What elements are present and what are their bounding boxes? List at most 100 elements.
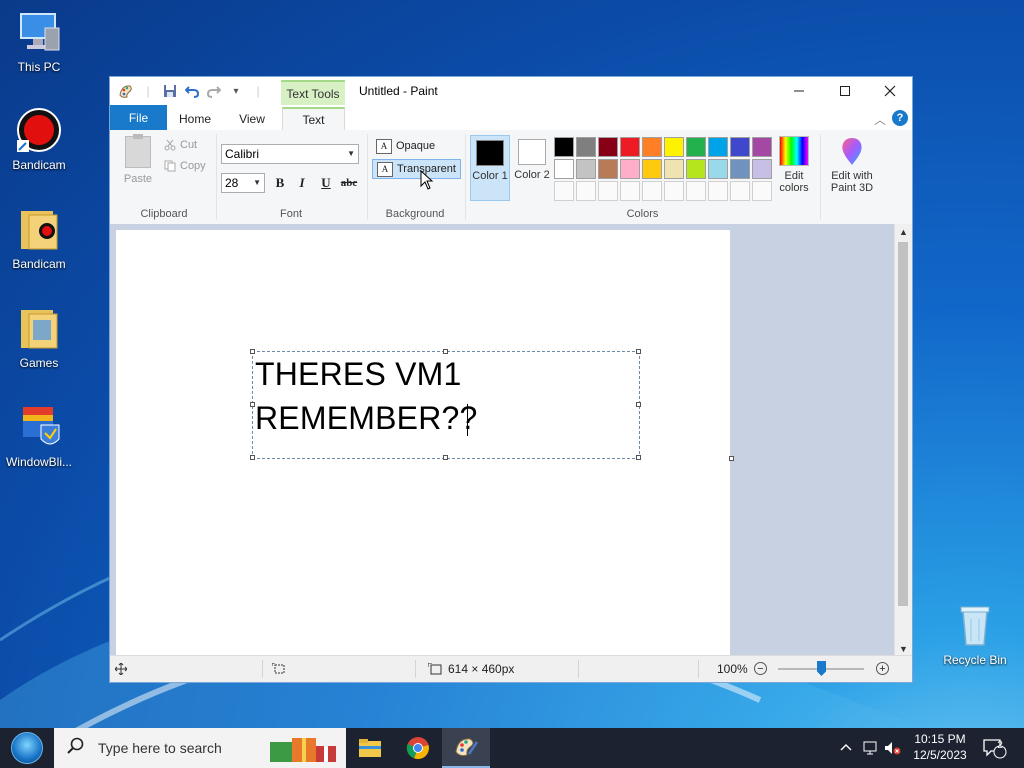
clock[interactable]: 10:15 PM 12/5/2023 — [905, 731, 975, 763]
palette-color-swatch[interactable] — [554, 137, 574, 157]
palette-color-swatch[interactable] — [598, 137, 618, 157]
tab-home[interactable]: Home — [170, 107, 220, 130]
bold-button[interactable]: B — [270, 174, 290, 192]
color-2-button[interactable]: Color 2 — [512, 135, 552, 201]
palette-color-swatch[interactable] — [730, 159, 750, 179]
cut-button[interactable]: Cut — [164, 139, 197, 151]
color-1-button[interactable]: Color 1 — [470, 135, 510, 201]
palette-custom-slot[interactable] — [752, 181, 772, 201]
help-icon[interactable]: ? — [892, 110, 908, 126]
desktop-icon-this-pc[interactable]: This PC — [1, 8, 77, 74]
desktop-icon-windowblinds[interactable]: WindowBli... — [1, 403, 77, 469]
palette-custom-slot[interactable] — [598, 181, 618, 201]
save-icon[interactable] — [162, 83, 178, 99]
palette-custom-slot[interactable] — [576, 181, 596, 201]
palette-custom-slot[interactable] — [730, 181, 750, 201]
palette-color-swatch[interactable] — [642, 159, 662, 179]
paint-app-icon[interactable] — [118, 83, 134, 99]
resize-handle[interactable] — [250, 455, 255, 460]
resize-handle[interactable] — [250, 402, 255, 407]
palette-color-swatch[interactable] — [642, 137, 662, 157]
strikethrough-button[interactable]: abc — [339, 174, 359, 192]
font-family-select[interactable]: Calibri ▼ — [221, 144, 359, 164]
network-status[interactable] — [862, 728, 880, 768]
palette-color-swatch[interactable] — [664, 137, 684, 157]
font-size-select[interactable]: 28 ▼ — [221, 173, 265, 193]
start-button[interactable] — [0, 728, 54, 768]
scroll-up-icon[interactable]: ▲ — [895, 224, 912, 240]
palette-color-swatch[interactable] — [730, 137, 750, 157]
palette-custom-slot[interactable] — [642, 181, 662, 201]
tab-file[interactable]: File — [110, 105, 167, 130]
maximize-button[interactable] — [822, 77, 868, 105]
italic-button[interactable]: I — [292, 174, 312, 192]
palette-color-swatch[interactable] — [686, 137, 706, 157]
palette-custom-slot[interactable] — [620, 181, 640, 201]
resize-handle[interactable] — [636, 455, 641, 460]
palette-custom-slot[interactable] — [708, 181, 728, 201]
paste-button[interactable]: Paste — [122, 134, 154, 185]
clipboard-icon — [125, 134, 151, 168]
desktop-icon-bandicam-folder[interactable]: Bandicam — [1, 205, 77, 271]
palette-color-swatch[interactable] — [598, 159, 618, 179]
taskbar-chrome[interactable] — [394, 728, 442, 768]
edit-colors-button[interactable]: Edit colors — [775, 136, 813, 194]
search-box[interactable]: Type here to search — [54, 728, 346, 768]
resize-handle[interactable] — [250, 349, 255, 354]
zoom-slider-thumb[interactable] — [817, 661, 826, 676]
scroll-thumb[interactable] — [898, 242, 908, 606]
palette-color-swatch[interactable] — [576, 159, 596, 179]
canvas-resize-handle[interactable] — [729, 456, 734, 461]
drawing-canvas[interactable]: THERES VM1 REMEMBER?? — [116, 230, 730, 657]
transparent-button[interactable]: A Transparent — [372, 159, 461, 179]
palette-color-swatch[interactable] — [664, 159, 684, 179]
collapse-ribbon-icon[interactable]: ︿ — [874, 111, 886, 128]
desktop-icon-recycle-bin[interactable]: Recycle Bin — [937, 601, 1013, 667]
desktop-icon-bandicam[interactable]: Bandicam — [1, 106, 77, 172]
minimize-button[interactable] — [776, 77, 822, 105]
palette-color-swatch[interactable] — [620, 137, 640, 157]
taskbar-file-explorer[interactable] — [346, 728, 394, 768]
show-hidden-icons[interactable] — [838, 728, 854, 768]
zoom-in-button[interactable]: + — [876, 662, 889, 675]
taskbar-paint[interactable] — [442, 728, 490, 768]
close-button[interactable] — [867, 77, 913, 105]
opaque-button[interactable]: A Opaque — [372, 136, 439, 156]
zoom-out-button[interactable]: − — [754, 662, 767, 675]
title-bar[interactable]: | ▾ | Text Tools Untitled - Paint — [110, 77, 913, 106]
palette-color-swatch[interactable] — [752, 159, 772, 179]
action-center-button[interactable]: 2 — [982, 728, 1008, 768]
canvas-size-icon — [428, 663, 442, 675]
palette-color-swatch[interactable] — [708, 137, 728, 157]
undo-icon[interactable] — [184, 83, 200, 99]
resize-handle[interactable] — [636, 349, 641, 354]
volume-status[interactable] — [884, 728, 902, 768]
tab-view[interactable]: View — [228, 107, 276, 130]
desktop-icon-games[interactable]: Games — [1, 304, 77, 370]
copy-button[interactable]: Copy — [164, 160, 206, 172]
zoom-level: 100% — [717, 662, 748, 676]
palette-color-swatch[interactable] — [686, 159, 706, 179]
resize-handle[interactable] — [443, 349, 448, 354]
divider — [216, 134, 217, 220]
canvas-workspace[interactable]: THERES VM1 REMEMBER?? — [110, 224, 895, 657]
palette-color-swatch[interactable] — [576, 137, 596, 157]
tab-text[interactable]: Text — [282, 107, 345, 131]
resize-handle[interactable] — [636, 402, 641, 407]
group-label-clipboard: Clipboard — [140, 208, 188, 220]
resize-handle[interactable] — [443, 455, 448, 460]
palette-custom-slot[interactable] — [686, 181, 706, 201]
palette-custom-slot[interactable] — [664, 181, 684, 201]
underline-button[interactable]: U — [316, 174, 336, 192]
folder-icon — [359, 739, 381, 757]
customize-qat-icon[interactable]: ▾ — [228, 83, 244, 99]
palette-color-swatch[interactable] — [752, 137, 772, 157]
palette-color-swatch[interactable] — [620, 159, 640, 179]
palette-color-swatch[interactable] — [708, 159, 728, 179]
redo-icon[interactable] — [206, 83, 222, 99]
palette-custom-slot[interactable] — [554, 181, 574, 201]
vertical-scrollbar[interactable]: ▲ ▼ — [894, 224, 912, 657]
palette-color-swatch[interactable] — [554, 159, 574, 179]
text-box[interactable]: THERES VM1 REMEMBER?? — [250, 349, 641, 460]
edit-with-paint3d-button[interactable]: Edit with Paint 3D — [825, 136, 879, 194]
